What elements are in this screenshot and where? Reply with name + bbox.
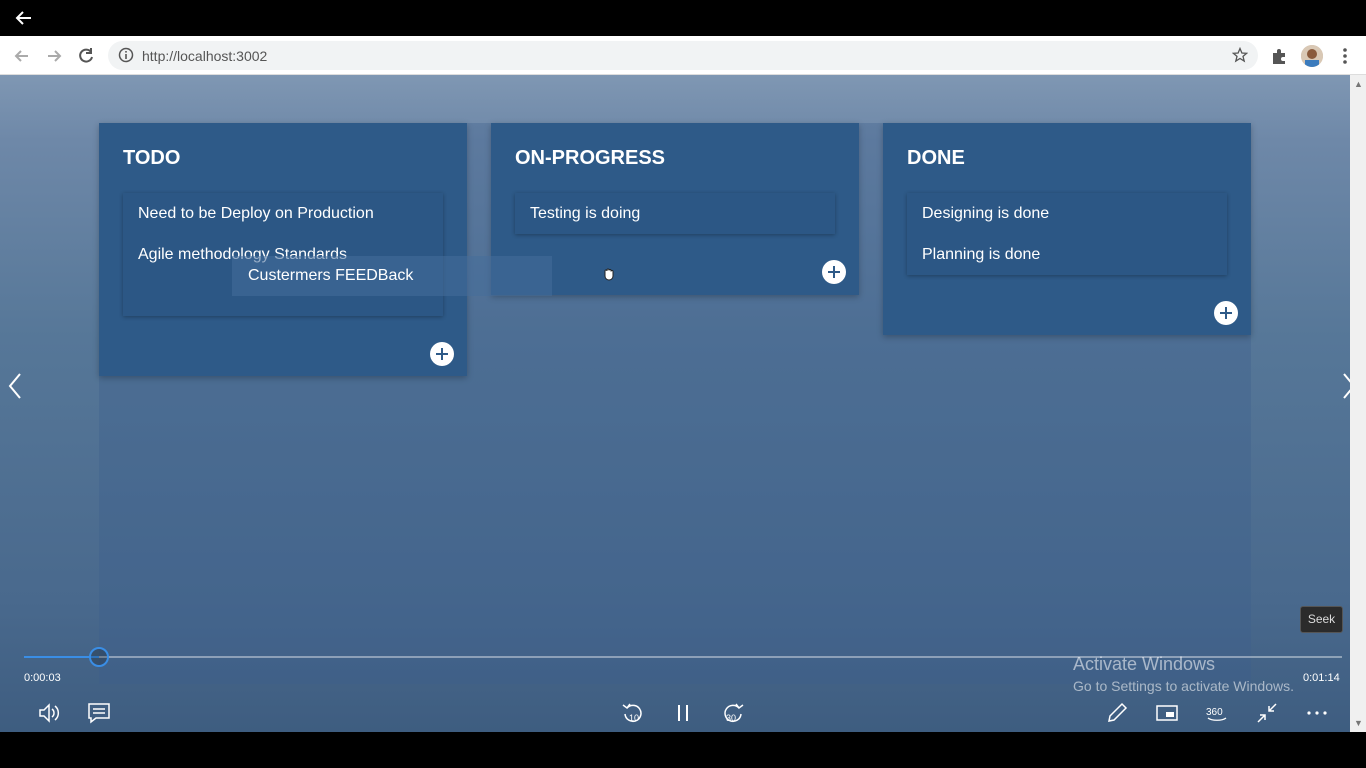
bookmark-star-icon[interactable] bbox=[1232, 47, 1248, 63]
mini-view-icon bbox=[1156, 705, 1178, 721]
edit-button[interactable] bbox=[1104, 700, 1130, 726]
captions-button[interactable] bbox=[86, 700, 112, 726]
grab-cursor-icon bbox=[604, 268, 614, 281]
browser-forward-icon[interactable] bbox=[44, 46, 64, 66]
skip-forward-label: 30 bbox=[726, 713, 736, 723]
browser-toolbar: http://localhost:3002 bbox=[0, 36, 1366, 75]
site-info-icon[interactable] bbox=[118, 47, 134, 63]
skip-back-button[interactable]: 10 bbox=[620, 700, 646, 726]
column-todo: TODO Need to be Deploy on Production Agi… bbox=[99, 123, 467, 376]
card-list: Testing is doing bbox=[515, 193, 835, 234]
captions-icon bbox=[88, 703, 110, 724]
column-title: DONE bbox=[907, 147, 965, 169]
view-360-label: 360 bbox=[1206, 707, 1223, 718]
dragged-card[interactable]: Custermers FEEDBack bbox=[232, 256, 552, 296]
activate-windows-title: Activate Windows bbox=[1073, 654, 1216, 674]
card[interactable]: Planning is done bbox=[922, 246, 1040, 264]
volume-icon bbox=[39, 703, 60, 723]
more-vert-icon[interactable] bbox=[1334, 45, 1356, 67]
card-list: Designing is done Planning is done bbox=[907, 193, 1227, 275]
exit-fullscreen-icon bbox=[1257, 703, 1277, 723]
view-360-icon: 360 bbox=[1206, 707, 1227, 721]
app-title-bar bbox=[0, 0, 1366, 36]
browser-back-icon[interactable] bbox=[12, 46, 32, 66]
profile-avatar[interactable] bbox=[1301, 45, 1323, 67]
address-bar[interactable]: http://localhost:3002 bbox=[108, 41, 1258, 70]
skip-forward-icon: 30 bbox=[724, 703, 744, 723]
page-viewport: TODO Need to be Deploy on Production Agi… bbox=[0, 75, 1350, 732]
activate-windows-subtitle: Go to Settings to activate Windows. bbox=[1073, 678, 1294, 694]
pause-icon bbox=[678, 705, 688, 721]
exit-fullscreen-button[interactable] bbox=[1254, 700, 1280, 726]
card[interactable]: Designing is done bbox=[922, 205, 1049, 223]
card[interactable]: Need to be Deploy on Production bbox=[138, 205, 374, 223]
bottom-black-bar bbox=[0, 732, 1366, 768]
extensions-puzzle-icon[interactable] bbox=[1269, 45, 1291, 67]
mini-view-button[interactable] bbox=[1154, 700, 1180, 726]
vertical-scrollbar[interactable]: ▲ ▼ bbox=[1350, 75, 1366, 732]
reload-icon[interactable] bbox=[76, 46, 96, 66]
previous-arrow-icon[interactable] bbox=[6, 371, 24, 401]
add-card-icon[interactable] bbox=[430, 342, 454, 366]
card-list: Need to be Deploy on Production Agile me… bbox=[123, 193, 443, 316]
back-arrow-icon[interactable] bbox=[14, 8, 34, 28]
add-card-icon[interactable] bbox=[1214, 301, 1238, 325]
column-done: DONE Designing is done Planning is done bbox=[883, 123, 1251, 335]
column-title: TODO bbox=[123, 147, 181, 169]
more-horizontal-icon bbox=[1307, 711, 1327, 715]
current-time: 0:00:03 bbox=[24, 672, 61, 684]
volume-button[interactable] bbox=[36, 700, 62, 726]
scroll-up-icon[interactable]: ▲ bbox=[1354, 79, 1363, 89]
scroll-down-icon[interactable]: ▼ bbox=[1354, 718, 1363, 728]
seek-tooltip: Seek bbox=[1300, 606, 1343, 633]
seek-bar-fill bbox=[24, 656, 100, 658]
dragged-card-label: Custermers FEEDBack bbox=[248, 267, 414, 284]
column-title: ON-PROGRESS bbox=[515, 147, 666, 169]
view-360-button[interactable]: 360 bbox=[1204, 700, 1230, 726]
skip-back-label: 10 bbox=[629, 713, 639, 723]
pause-button[interactable] bbox=[670, 700, 696, 726]
url-text[interactable]: http://localhost:3002 bbox=[142, 48, 267, 64]
skip-forward-button[interactable]: 30 bbox=[720, 700, 746, 726]
card[interactable]: Testing is doing bbox=[530, 205, 640, 223]
pencil-icon bbox=[1108, 702, 1128, 722]
skip-back-icon: 10 bbox=[622, 703, 642, 723]
next-arrow-icon[interactable] bbox=[1340, 371, 1350, 401]
more-options-button[interactable] bbox=[1304, 700, 1330, 726]
total-time: 0:01:14 bbox=[1303, 672, 1340, 684]
seek-bar-thumb[interactable] bbox=[89, 647, 110, 667]
add-card-icon[interactable] bbox=[822, 260, 846, 284]
